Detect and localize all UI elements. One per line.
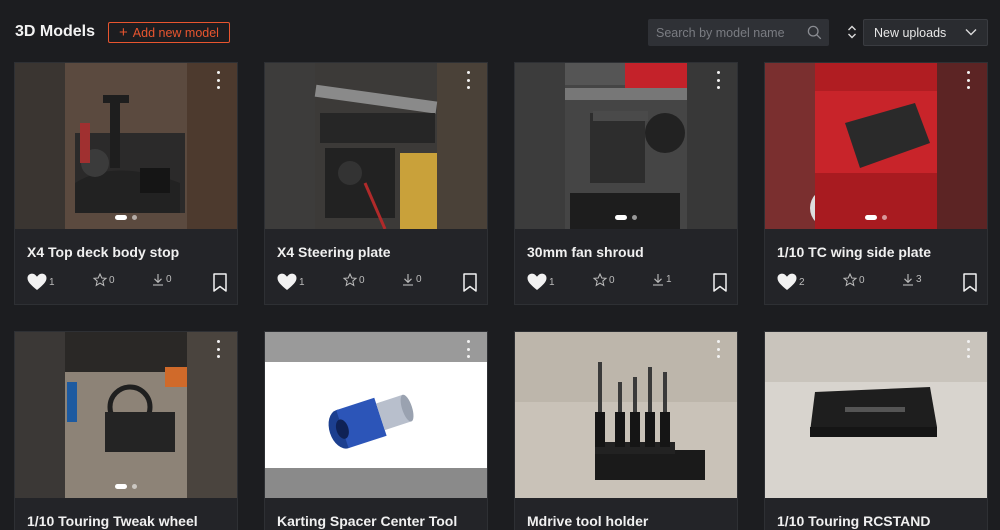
star-count: 0 <box>609 274 615 286</box>
star-count: 0 <box>859 274 865 286</box>
search-icon[interactable] <box>807 25 822 40</box>
image-pagination[interactable] <box>865 215 887 220</box>
model-card[interactable]: Karting Spacer Center Tool <box>264 331 488 530</box>
model-name[interactable]: Karting Spacer Center Tool <box>277 513 457 529</box>
model-name[interactable]: Mdrive tool holder <box>527 513 648 529</box>
bookmark-icon[interactable] <box>463 273 477 292</box>
image-pagination[interactable] <box>115 484 137 489</box>
star-icon <box>93 273 107 287</box>
model-card[interactable]: X4 Top deck body stop 1 0 0 <box>14 62 238 305</box>
model-stats: 2 0 3 <box>777 273 977 295</box>
add-model-button[interactable]: + Add new model <box>108 22 230 43</box>
more-vertical-icon[interactable] <box>465 340 471 358</box>
page-header: 3D Models + Add new model New uploads <box>0 0 1000 62</box>
more-vertical-icon[interactable] <box>965 71 971 89</box>
model-stats: 1 0 0 <box>27 273 227 295</box>
bookmark-icon[interactable] <box>713 273 727 292</box>
bookmark-icon[interactable] <box>963 273 977 292</box>
search-input[interactable] <box>648 25 798 40</box>
model-name[interactable]: 30mm fan shroud <box>527 244 644 260</box>
sort-icon[interactable] <box>847 25 857 39</box>
heart-icon <box>777 273 797 290</box>
more-vertical-icon[interactable] <box>215 340 221 358</box>
model-image[interactable] <box>15 332 237 498</box>
download-icon <box>903 274 913 286</box>
download-count: 1 <box>666 274 672 285</box>
model-card[interactable]: 1/10 Touring RCSTAND <box>764 331 988 530</box>
model-card[interactable]: Mdrive tool holder <box>514 331 738 530</box>
model-image[interactable] <box>515 63 737 229</box>
star-count: 0 <box>359 274 365 286</box>
download-stat[interactable]: 0 <box>152 273 172 286</box>
image-pagination[interactable] <box>615 215 637 220</box>
search-box <box>648 19 829 46</box>
more-vertical-icon[interactable] <box>715 340 721 358</box>
add-model-label: Add new model <box>132 25 219 40</box>
more-vertical-icon[interactable] <box>215 71 221 89</box>
star-stat[interactable]: 0 <box>93 273 115 287</box>
model-name[interactable]: 1/10 TC wing side plate <box>777 244 931 260</box>
model-image[interactable] <box>15 63 237 229</box>
model-image[interactable] <box>265 332 487 498</box>
download-icon <box>153 274 163 286</box>
like-stat[interactable]: 1 <box>277 273 305 291</box>
star-stat[interactable]: 0 <box>593 273 615 287</box>
model-card[interactable]: 1/10 Touring Tweak wheel <box>14 331 238 530</box>
more-vertical-icon[interactable] <box>465 71 471 89</box>
star-icon <box>343 273 357 287</box>
model-stats: 1 0 0 <box>277 273 477 295</box>
model-name[interactable]: X4 Steering plate <box>277 244 391 260</box>
like-stat[interactable]: 1 <box>527 273 555 291</box>
model-card[interactable]: 1/10 TC wing side plate 2 0 3 <box>764 62 988 305</box>
model-stats: 1 0 1 <box>527 273 727 295</box>
model-name[interactable]: 1/10 Touring RCSTAND <box>777 513 931 529</box>
download-count: 0 <box>166 274 172 285</box>
like-stat[interactable]: 1 <box>27 273 55 291</box>
like-count: 1 <box>299 276 305 288</box>
model-name[interactable]: 1/10 Touring Tweak wheel <box>27 513 198 529</box>
bookmark-icon[interactable] <box>213 273 227 292</box>
download-icon <box>653 274 663 286</box>
star-stat[interactable]: 0 <box>843 273 865 287</box>
download-stat[interactable]: 3 <box>902 273 922 286</box>
sort-select[interactable]: New uploads <box>863 19 988 46</box>
star-stat[interactable]: 0 <box>343 273 365 287</box>
star-icon <box>593 273 607 287</box>
like-stat[interactable]: 2 <box>777 273 805 291</box>
like-count: 2 <box>799 276 805 288</box>
star-icon <box>843 273 857 287</box>
model-image[interactable] <box>515 332 737 498</box>
heart-icon <box>27 273 47 290</box>
page-title: 3D Models <box>15 23 96 40</box>
download-stat[interactable]: 0 <box>402 273 422 286</box>
model-card[interactable]: 30mm fan shroud 1 0 1 <box>514 62 738 305</box>
download-icon <box>403 274 413 286</box>
heart-icon <box>527 273 547 290</box>
more-vertical-icon[interactable] <box>965 340 971 358</box>
sort-value: New uploads <box>874 25 947 40</box>
heart-icon <box>277 273 297 290</box>
image-pagination[interactable] <box>115 215 137 220</box>
model-name[interactable]: X4 Top deck body stop <box>27 244 179 260</box>
like-count: 1 <box>49 276 55 288</box>
like-count: 1 <box>549 276 555 288</box>
download-count: 3 <box>916 274 922 285</box>
model-image[interactable] <box>765 63 987 229</box>
download-count: 0 <box>416 274 422 285</box>
star-count: 0 <box>109 274 115 286</box>
plus-icon: + <box>119 23 128 41</box>
model-image[interactable] <box>265 63 487 229</box>
chevron-down-icon <box>965 29 977 36</box>
more-vertical-icon[interactable] <box>715 71 721 89</box>
download-stat[interactable]: 1 <box>652 273 672 286</box>
model-card[interactable]: X4 Steering plate 1 0 0 <box>264 62 488 305</box>
model-image[interactable] <box>765 332 987 498</box>
